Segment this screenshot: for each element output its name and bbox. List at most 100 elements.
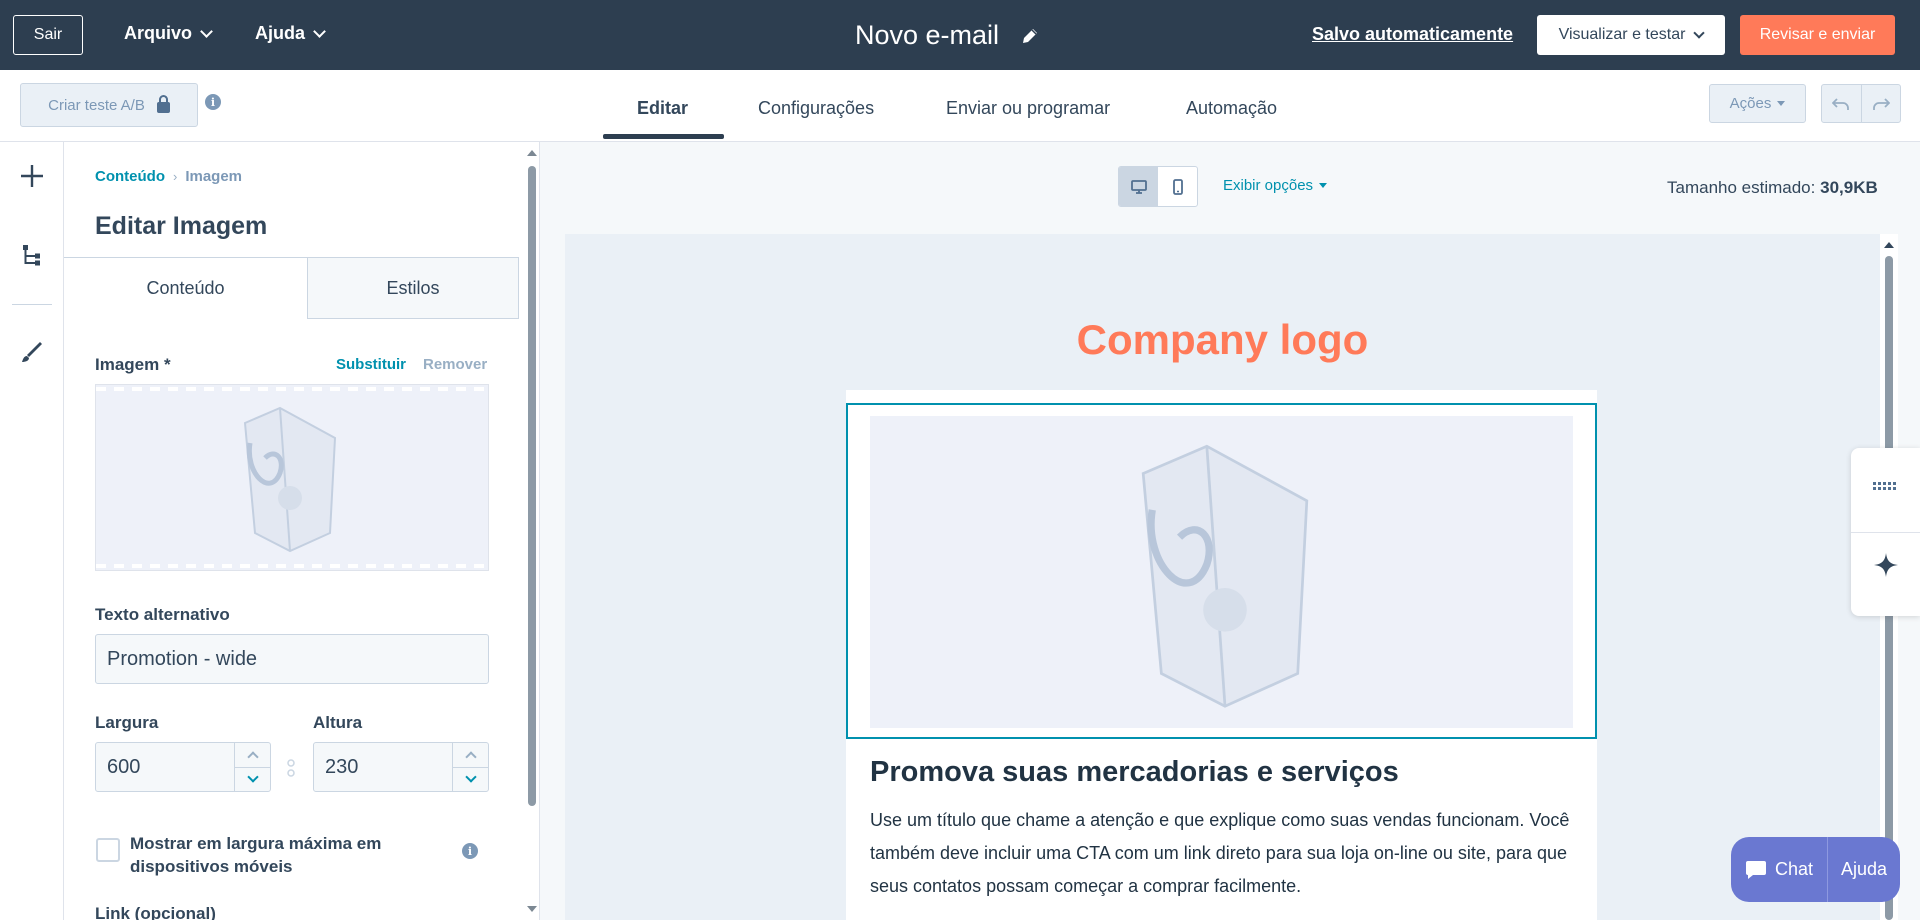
preview-test-label: Visualizar e testar	[1558, 26, 1686, 43]
scroll-thumb[interactable]	[528, 166, 536, 806]
redo-icon	[1872, 97, 1890, 110]
chevron-down-icon	[200, 24, 213, 38]
chevron-up-icon	[246, 751, 259, 763]
chat-label: Chat	[1774, 859, 1814, 879]
increment-button[interactable]	[453, 743, 488, 768]
edit-image-panel: Conteúdo › Imagem Editar Imagem Conteúdo…	[64, 142, 540, 920]
desktop-view-button[interactable]	[1119, 167, 1158, 206]
floating-tools-divider	[1851, 532, 1920, 533]
tab-settings[interactable]: Configurações	[758, 98, 874, 119]
remove-image-link[interactable]: Remover	[423, 356, 487, 373]
link-aspect-ratio-icon[interactable]	[287, 759, 295, 777]
image-label: Imagem *	[95, 355, 171, 374]
full-width-mobile-checkbox[interactable]	[96, 838, 120, 862]
undo-redo-group	[1821, 84, 1901, 123]
chevron-up-icon	[464, 751, 477, 763]
chat-widget: Chat Ajuda	[1731, 837, 1900, 902]
estimated-size: Tamanho estimado: 30,9KB	[1667, 178, 1878, 198]
document-title-text: Novo e-mail	[855, 20, 1000, 50]
display-options-label: Exibir opções	[1223, 177, 1314, 194]
top-bar: Sair Arquivo Ajuda Novo e-mail Salvo aut…	[0, 0, 1920, 70]
help-button[interactable]: Ajuda	[1828, 837, 1900, 902]
panel-scrollbar[interactable]	[524, 142, 539, 920]
tab-send-schedule[interactable]: Enviar ou programar	[946, 98, 1110, 119]
scroll-up-arrow[interactable]	[1884, 242, 1894, 248]
estimated-size-value: 30,9KB	[1820, 178, 1878, 197]
sparkle-ai-icon[interactable]	[1873, 552, 1899, 578]
left-tool-rail	[0, 142, 64, 920]
chevron-down-icon	[1693, 27, 1706, 39]
ab-test-label: Criar teste A/B	[48, 96, 145, 114]
exit-button[interactable]: Sair	[13, 15, 83, 55]
height-value: 230	[325, 755, 359, 778]
scroll-down-arrow[interactable]	[527, 906, 537, 912]
device-view-toggle	[1118, 166, 1198, 207]
height-stepper[interactable]	[452, 743, 488, 791]
email-heading[interactable]: Promova suas mercadorias e serviços	[870, 756, 1399, 789]
chat-button[interactable]: Chat	[1731, 837, 1828, 902]
email-preview-area: Company logo Promova suas mercadorias e …	[565, 234, 1880, 920]
scroll-up-arrow[interactable]	[527, 150, 537, 156]
info-icon[interactable]: i	[205, 94, 221, 110]
document-title[interactable]: Novo e-mail	[855, 20, 1039, 51]
width-input[interactable]: 600	[95, 742, 271, 792]
chat-bubble-icon	[1745, 860, 1766, 879]
width-stepper[interactable]	[234, 743, 270, 791]
actions-button[interactable]: Ações	[1709, 84, 1806, 123]
image-preview[interactable]	[95, 384, 489, 571]
redo-button[interactable]	[1862, 85, 1901, 122]
editor-toolbar: Criar teste A/B i Editar Configurações E…	[0, 70, 1920, 142]
actions-label: Ações	[1729, 95, 1772, 112]
menu-help[interactable]: Ajuda	[255, 23, 326, 44]
undo-icon	[1832, 97, 1850, 110]
caret-down-icon	[1777, 101, 1786, 106]
breadcrumb-content-link[interactable]: Conteúdo	[95, 168, 165, 185]
lock-icon	[156, 94, 170, 113]
selected-image-module[interactable]	[846, 403, 1597, 739]
mobile-view-button[interactable]	[1158, 167, 1197, 206]
email-image[interactable]	[870, 416, 1573, 728]
breadcrumb-current: Imagem	[185, 168, 243, 185]
increment-button[interactable]	[235, 743, 270, 768]
info-icon[interactable]: i	[462, 843, 478, 859]
full-width-mobile-label: Mostrar em largura máxima em dispositivo…	[130, 834, 382, 876]
chevron-down-icon	[464, 771, 477, 783]
undo-button[interactable]	[1822, 85, 1862, 122]
review-send-button[interactable]: Revisar e enviar	[1740, 15, 1895, 55]
add-icon[interactable]	[20, 164, 44, 188]
panel-title: Editar Imagem	[95, 212, 268, 240]
height-label: Altura	[313, 713, 363, 732]
decrement-button[interactable]	[453, 768, 488, 792]
breadcrumb: Conteúdo › Imagem	[95, 168, 242, 185]
email-canvas: Exibir opções Tamanho estimado: 30,9KB C…	[540, 142, 1920, 920]
display-options-dropdown[interactable]: Exibir opções	[1223, 177, 1328, 194]
menu-file[interactable]: Arquivo	[124, 23, 213, 44]
tab-automation[interactable]: Automação	[1186, 98, 1277, 119]
email-paragraph[interactable]: Use um título que chame a atenção e que …	[870, 804, 1570, 903]
estimated-size-label: Tamanho estimado:	[1667, 178, 1816, 197]
replace-image-link[interactable]: Substituir	[336, 356, 406, 373]
alt-text-input[interactable]: Promotion - wide	[95, 634, 489, 684]
tree-structure-icon[interactable]	[22, 244, 42, 268]
email-body: Promova suas mercadorias e serviços Use …	[846, 390, 1597, 920]
preview-test-button[interactable]: Visualizar e testar	[1537, 15, 1725, 55]
floating-tools	[1851, 448, 1920, 616]
menu-help-label: Ajuda	[255, 23, 306, 43]
width-value: 600	[107, 755, 141, 778]
tab-content[interactable]: Conteúdo	[64, 257, 307, 319]
company-logo[interactable]: Company logo	[565, 316, 1880, 364]
desktop-icon	[1130, 179, 1147, 194]
tab-styles[interactable]: Estilos	[307, 257, 519, 319]
tab-edit[interactable]: Editar	[637, 98, 688, 119]
pencil-icon[interactable]	[1021, 27, 1039, 45]
height-input[interactable]: 230	[313, 742, 489, 792]
decrement-button[interactable]	[235, 768, 270, 792]
panel-tabs: Conteúdo Estilos	[64, 257, 519, 319]
shopping-bag-illustration	[243, 406, 337, 553]
mobile-icon	[1172, 178, 1183, 195]
drag-grid-icon[interactable]	[1873, 482, 1899, 492]
ab-test-button[interactable]: Criar teste A/B	[20, 83, 198, 127]
autosave-status[interactable]: Salvo automaticamente	[1312, 24, 1513, 45]
paintbrush-icon[interactable]	[20, 340, 44, 364]
active-tab-indicator	[603, 134, 724, 139]
